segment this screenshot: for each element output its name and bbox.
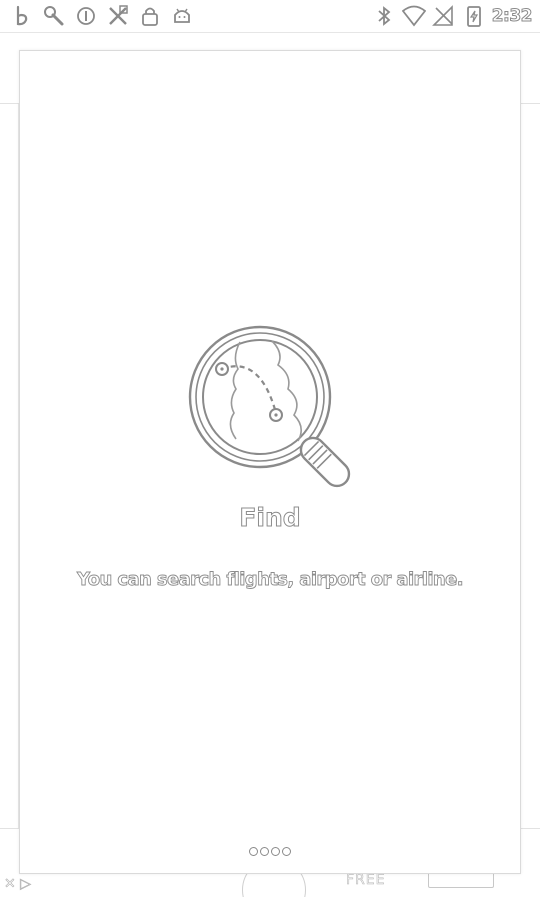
wifi-icon	[401, 4, 426, 28]
status-bar: 2:32	[0, 0, 540, 33]
ad-close-icon[interactable]: ✕ ▷	[4, 876, 32, 893]
bluetooth-icon	[372, 4, 396, 28]
status-bar-clock: 2:32	[491, 6, 533, 27]
page-dot[interactable]	[282, 847, 291, 856]
onboarding-card[interactable]: Find You can search flights, airport or …	[19, 50, 521, 874]
background-app-free-label: FREE	[346, 872, 386, 889]
onboarding-title: Find	[239, 503, 301, 533]
status-bar-system: 2:32	[372, 4, 533, 28]
onboarding-description: You can search flights, airport or airli…	[76, 569, 465, 591]
page-dot[interactable]	[249, 847, 258, 856]
page-indicator[interactable]	[20, 847, 520, 856]
status-bar-notifications	[10, 4, 194, 28]
circle-info-icon	[74, 4, 98, 28]
page-dot[interactable]	[260, 847, 269, 856]
screen: 2:32 ✕ ▷ FREE Find You can search flight…	[0, 0, 540, 897]
b-app-icon	[10, 4, 34, 28]
battery-charging-icon	[462, 4, 486, 28]
page-dot[interactable]	[271, 847, 280, 856]
android-icon	[170, 4, 194, 28]
magnifier-map-icon	[180, 317, 365, 502]
no-signal-icon	[431, 4, 456, 28]
wrench-icon	[42, 4, 66, 28]
crossed-tools-icon	[106, 4, 130, 28]
lock-icon	[138, 4, 162, 28]
